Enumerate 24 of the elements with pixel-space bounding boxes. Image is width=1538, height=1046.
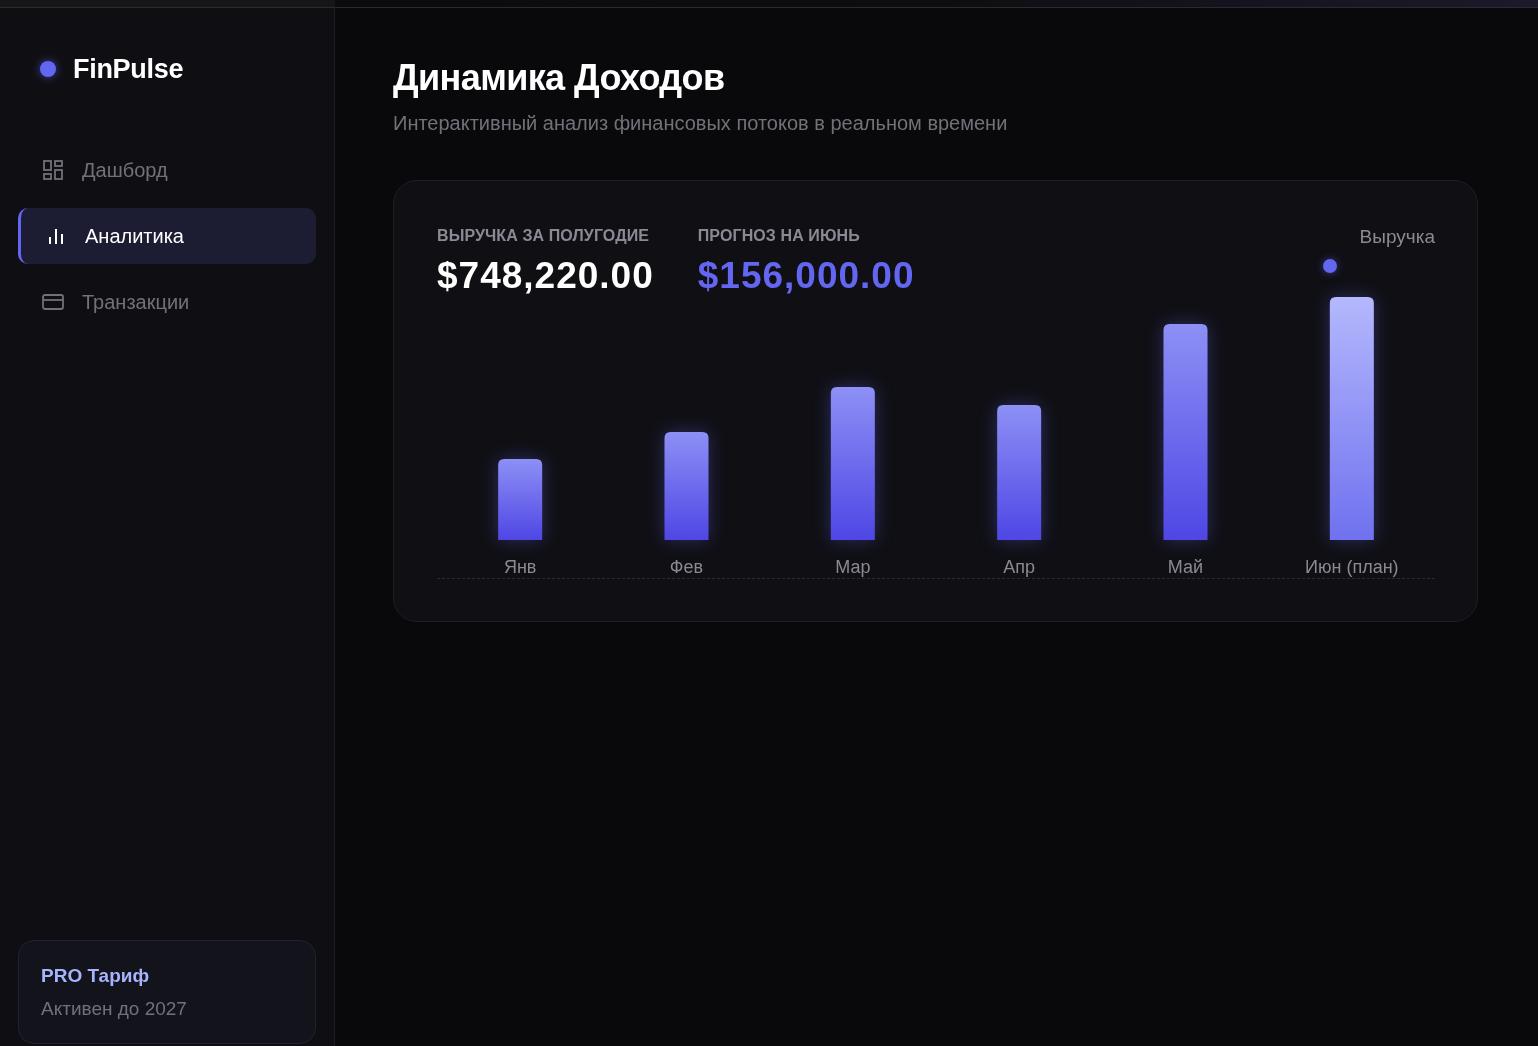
brand-name: FinPulse <box>73 53 184 85</box>
month-label: Фев <box>669 556 704 578</box>
dashboard-grid-icon <box>43 160 63 180</box>
page-subtitle: Интерактивный анализ финансовых потоков в реальном времени <box>393 111 1009 136</box>
plan-title: PRO Тариф <box>41 964 151 988</box>
nav-item[interactable]: Дашборд <box>18 142 316 198</box>
bar-chart-icon <box>48 228 64 244</box>
credit-card-icon <box>42 294 64 310</box>
stat-value: $156,000.00 <box>697 256 915 296</box>
legend-label: Выручка <box>1359 226 1435 248</box>
stat-value: $748,220.00 <box>437 256 654 296</box>
nav-item[interactable]: Транзакции <box>18 274 316 330</box>
logo-dot-icon <box>40 61 56 77</box>
month-label: Янв <box>503 556 537 578</box>
month-label: Апр <box>1003 556 1036 578</box>
stat-label: ПРОГНОЗ НА ИЮНЬ <box>697 226 861 246</box>
month-label: Мар <box>835 556 871 578</box>
legend-dot-icon <box>1323 259 1337 273</box>
page-title: Динамика Доходов <box>393 56 726 100</box>
nav-item[interactable]: Аналитика <box>18 208 316 264</box>
stat-label: ВЫРУЧКА ЗА ПОЛУГОДИЕ <box>437 226 651 246</box>
plan-expiry: Активен до 2027 <box>41 997 188 1021</box>
month-label: Май <box>1167 556 1204 578</box>
month-label: Июн (план) <box>1305 556 1399 578</box>
